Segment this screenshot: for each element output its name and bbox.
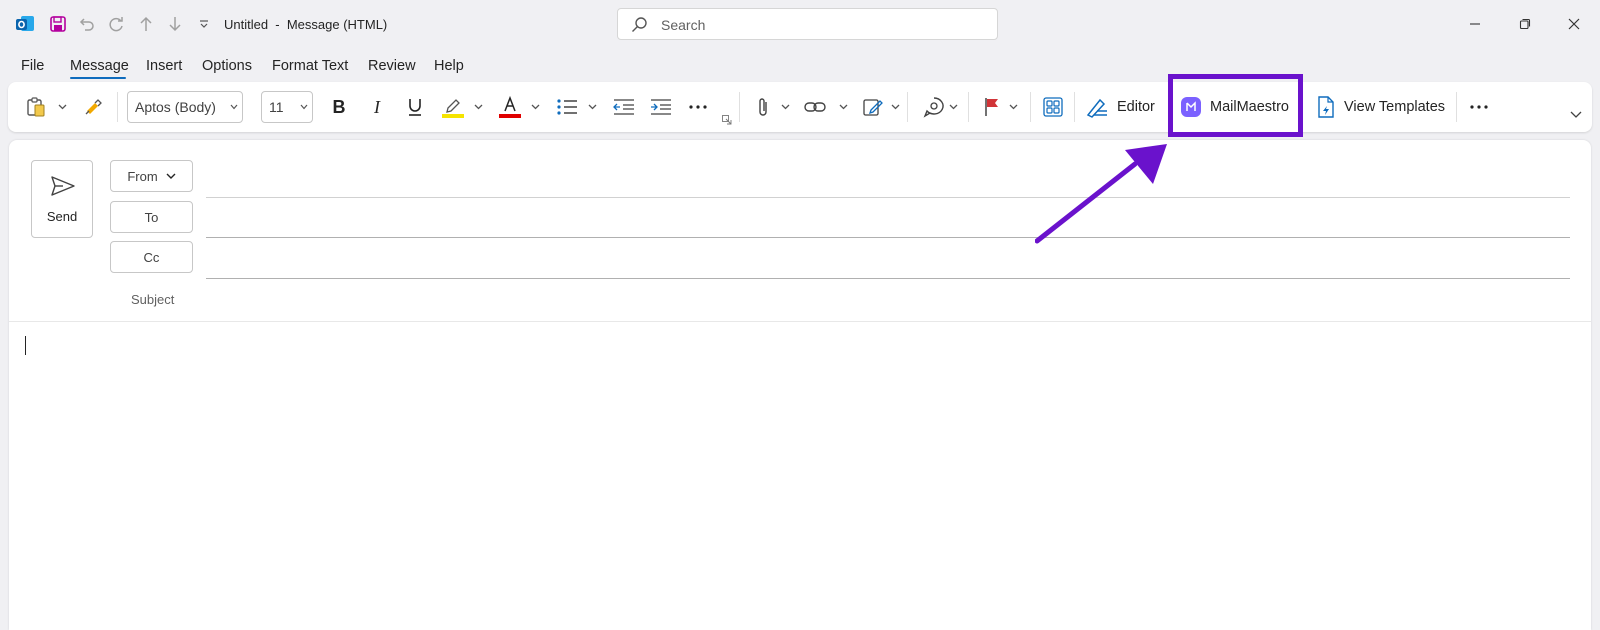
format-painter-icon[interactable] (82, 82, 104, 132)
close-button[interactable] (1562, 12, 1586, 36)
minimize-button[interactable] (1463, 12, 1487, 36)
ribbon-separator (907, 92, 908, 122)
link-dropdown-icon[interactable] (837, 82, 849, 132)
annotation-arrow (1035, 140, 1175, 245)
ribbon-separator (117, 92, 118, 122)
flag-icon[interactable] (981, 82, 1003, 132)
editor-label: Editor (1117, 99, 1155, 115)
annotation-highlight-box (1168, 74, 1303, 137)
highlight-dropdown-icon[interactable] (472, 82, 484, 132)
undo-icon[interactable] (77, 14, 97, 34)
restore-button[interactable] (1513, 12, 1537, 36)
chevron-down-icon (230, 104, 238, 110)
ribbon-separator (1074, 92, 1075, 122)
text-caret (25, 336, 26, 355)
editor-button[interactable]: Editor (1085, 82, 1155, 132)
attach-file-icon[interactable] (753, 82, 773, 132)
previous-item-icon[interactable] (136, 14, 156, 34)
font-name-value: Aptos (Body) (135, 99, 216, 115)
ribbon-separator (1456, 92, 1457, 122)
subject-input[interactable] (206, 284, 1570, 314)
cc-input[interactable] (206, 244, 1570, 272)
tab-options[interactable]: Options (202, 58, 252, 74)
ribbon-expand-icon[interactable] (1570, 111, 1582, 119)
tab-format-text[interactable]: Format Text (272, 58, 348, 74)
save-icon[interactable] (48, 14, 68, 34)
from-field-line (206, 197, 1570, 198)
tab-message[interactable]: Message (70, 58, 129, 74)
send-label: Send (46, 209, 78, 224)
to-button[interactable]: To (110, 201, 193, 233)
editor-icon (1085, 96, 1109, 118)
ribbon-separator (739, 92, 740, 122)
font-dialog-launcher-icon[interactable] (722, 115, 732, 125)
increase-indent-icon[interactable] (649, 82, 673, 132)
cc-field-line (206, 278, 1570, 279)
compose-pane: Send From To Cc Subject (9, 140, 1591, 630)
chevron-down-icon (300, 104, 308, 110)
signature-dropdown-icon[interactable] (889, 82, 901, 132)
tab-file[interactable]: File (21, 58, 44, 74)
view-templates-label: View Templates (1344, 99, 1446, 115)
next-item-icon[interactable] (165, 14, 185, 34)
paste-dropdown-icon[interactable] (56, 82, 68, 132)
ribbon-separator (968, 92, 969, 122)
font-color-dropdown-icon[interactable] (529, 82, 541, 132)
decrease-indent-icon[interactable] (612, 82, 636, 132)
send-button[interactable]: Send (31, 160, 93, 238)
from-label: From (127, 168, 158, 184)
ribbon: Aptos (Body) 11 B I Editor MailMaestro V… (8, 82, 1592, 132)
signature-icon[interactable] (861, 82, 885, 132)
title-bar: Untitled - Message (HTML) Search (0, 0, 1600, 48)
italic-icon[interactable]: I (367, 82, 387, 132)
redo-icon[interactable] (106, 14, 126, 34)
highlight-icon[interactable] (441, 82, 465, 132)
loop-component-icon[interactable] (921, 82, 947, 132)
apps-icon[interactable] (1041, 82, 1065, 132)
tab-insert[interactable]: Insert (146, 58, 182, 74)
view-templates-icon (1316, 96, 1336, 118)
font-name-select[interactable]: Aptos (Body) (127, 91, 243, 123)
send-icon (50, 175, 76, 197)
more-options-icon[interactable] (1468, 82, 1490, 132)
font-color-icon[interactable] (498, 82, 522, 132)
chevron-down-icon (166, 173, 176, 180)
search-placeholder: Search (661, 17, 706, 33)
view-templates-button[interactable]: View Templates (1316, 82, 1445, 132)
message-body[interactable] (19, 328, 1579, 618)
more-formatting-icon[interactable] (687, 82, 709, 132)
subject-label: Subject (131, 292, 175, 307)
tab-review[interactable]: Review (368, 58, 416, 74)
attach-dropdown-icon[interactable] (779, 82, 791, 132)
to-field-line (206, 237, 1570, 238)
loop-dropdown-icon[interactable] (947, 82, 959, 132)
bold-icon[interactable]: B (329, 82, 349, 132)
ribbon-separator (1030, 92, 1031, 122)
tab-help[interactable]: Help (434, 58, 464, 74)
link-icon[interactable] (803, 82, 827, 132)
outlook-logo-icon (15, 14, 35, 34)
customize-toolbar-icon[interactable] (194, 14, 214, 34)
font-size-select[interactable]: 11 (261, 91, 313, 123)
active-tab-indicator (70, 77, 126, 79)
to-input[interactable] (206, 204, 1570, 232)
cc-button[interactable]: Cc (110, 241, 193, 273)
underline-icon[interactable] (404, 82, 426, 132)
to-label: To (144, 209, 159, 225)
bullets-icon[interactable] (555, 82, 579, 132)
bullets-dropdown-icon[interactable] (586, 82, 598, 132)
cc-label: Cc (143, 249, 160, 265)
from-button[interactable]: From (110, 160, 193, 192)
window-title: Untitled - Message (HTML) (224, 17, 388, 32)
font-size-value: 11 (269, 99, 284, 115)
paste-icon[interactable] (24, 82, 48, 132)
header-body-divider (9, 321, 1591, 322)
flag-dropdown-icon[interactable] (1007, 82, 1019, 132)
search-box[interactable]: Search (617, 8, 998, 40)
search-icon (630, 16, 648, 34)
